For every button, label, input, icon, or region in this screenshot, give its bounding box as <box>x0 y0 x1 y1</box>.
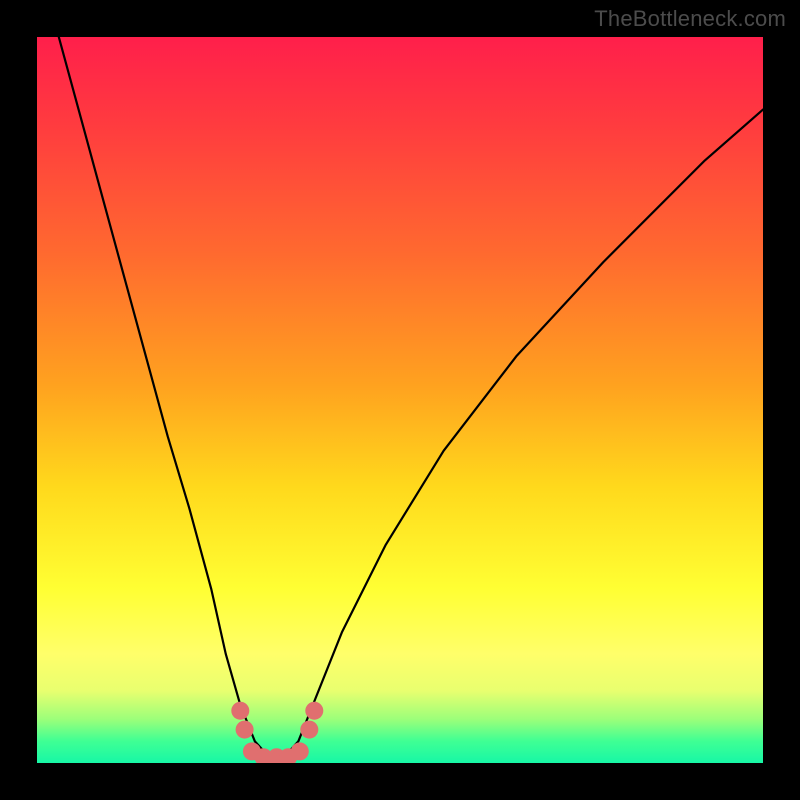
chart-layer <box>59 37 763 763</box>
data-marker <box>305 702 323 720</box>
data-marker <box>300 721 318 739</box>
plot-area <box>37 37 763 763</box>
bottleneck-chart-svg <box>37 37 763 763</box>
chart-frame: TheBottleneck.com <box>0 0 800 800</box>
watermark-text: TheBottleneck.com <box>594 6 786 32</box>
data-marker <box>236 721 254 739</box>
data-marker <box>231 702 249 720</box>
data-marker <box>291 742 309 760</box>
bottleneck-curve <box>59 37 763 757</box>
